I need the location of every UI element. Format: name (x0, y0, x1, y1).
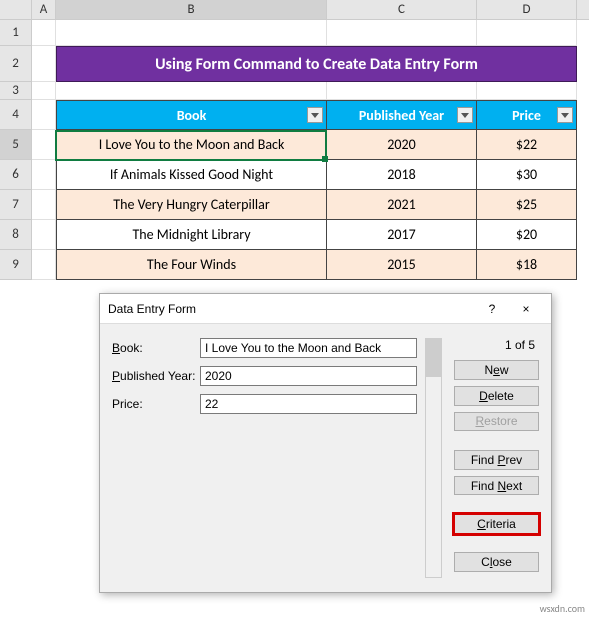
scrollbar-thumb[interactable] (426, 339, 441, 377)
dialog-form: Book: Published Year: Price: (112, 338, 417, 578)
form-row-year: Published Year: (112, 366, 417, 386)
cell-price[interactable]: $20 (477, 220, 577, 249)
data-entry-dialog: Data Entry Form ? × Book: Published Year… (99, 293, 552, 593)
dialog-close-button[interactable]: × (509, 295, 543, 323)
row-header-7[interactable]: 7 (0, 190, 32, 220)
table-row[interactable]: The Four Winds 2015 $18 (56, 250, 577, 280)
table-row[interactable]: The Very Hungry Caterpillar 2021 $25 (56, 190, 577, 220)
filter-dropdown-book[interactable] (307, 107, 323, 123)
label-price: Price: (112, 397, 200, 411)
cell-price[interactable]: $25 (477, 190, 577, 219)
label-year: Published Year: (112, 369, 200, 383)
cell-book[interactable]: If Animals Kissed Good Night (56, 160, 327, 189)
select-all-corner[interactable] (0, 0, 32, 19)
cell-year[interactable]: 2015 (327, 250, 477, 279)
cell-book[interactable]: The Midnight Library (56, 220, 327, 249)
input-price[interactable] (200, 394, 417, 414)
table-row[interactable]: If Animals Kissed Good Night 2018 $30 (56, 160, 577, 190)
input-book[interactable] (200, 338, 417, 358)
row-header-5[interactable]: 5 (0, 130, 32, 160)
find-next-button[interactable]: Find Next (454, 476, 539, 496)
table-row[interactable]: The Midnight Library 2017 $20 (56, 220, 577, 250)
filter-dropdown-year[interactable] (457, 107, 473, 123)
cells-area[interactable]: Using Form Command to Create Data Entry … (32, 20, 589, 280)
new-button[interactable]: New (454, 360, 539, 380)
col-header-d[interactable]: D (477, 0, 577, 19)
record-counter: 1 of 5 (454, 338, 539, 352)
cell-year[interactable]: 2021 (327, 190, 477, 219)
col-header-c[interactable]: C (327, 0, 477, 19)
header-book-label: Book (177, 107, 207, 124)
cell-year[interactable]: 2020 (327, 130, 477, 159)
chevron-down-icon (311, 113, 319, 118)
row-header-6[interactable]: 6 (0, 160, 32, 190)
cell-price[interactable]: $30 (477, 160, 577, 189)
watermark: wsxdn.com (540, 602, 585, 615)
row-header-1[interactable]: 1 (0, 20, 32, 46)
col-header-a[interactable]: A (32, 0, 56, 19)
chevron-down-icon (461, 113, 469, 118)
close-button[interactable]: Close (454, 552, 539, 572)
header-year-label: Published Year (359, 107, 444, 124)
find-prev-button[interactable]: Find Prev (454, 450, 539, 470)
form-row-book: Book: (112, 338, 417, 358)
dialog-buttons: 1 of 5 New Delete Restore Find Prev Find… (454, 338, 539, 578)
header-book[interactable]: Book (56, 101, 327, 129)
header-price-label: Price (512, 107, 541, 124)
header-price[interactable]: Price (477, 101, 577, 129)
criteria-button[interactable]: Criteria (454, 514, 539, 534)
row-header-9[interactable]: 9 (0, 250, 32, 280)
chevron-down-icon (561, 113, 569, 118)
cell-book[interactable]: The Very Hungry Caterpillar (56, 190, 327, 219)
column-headers: A B C D (0, 0, 589, 20)
label-book: Book: (112, 341, 200, 355)
cell-price[interactable]: $22 (477, 130, 577, 159)
dialog-scrollbar[interactable] (425, 338, 442, 578)
cell-book[interactable]: I Love You to the Moon and Back (56, 130, 327, 159)
data-table: Book Published Year Price I Love You to … (56, 100, 577, 280)
delete-button[interactable]: Delete (454, 386, 539, 406)
row-header-8[interactable]: 8 (0, 220, 32, 250)
dialog-title-text: Data Entry Form (108, 302, 475, 316)
table-row[interactable]: I Love You to the Moon and Back 2020 $22 (56, 130, 577, 160)
dialog-titlebar[interactable]: Data Entry Form ? × (100, 294, 551, 324)
cell-year[interactable]: 2017 (327, 220, 477, 249)
cell-year[interactable]: 2018 (327, 160, 477, 189)
sheet-title: Using Form Command to Create Data Entry … (56, 46, 577, 82)
dialog-body: Book: Published Year: Price: 1 of 5 New … (100, 324, 551, 592)
row-header-2[interactable]: 2 (0, 46, 32, 82)
table-header-row: Book Published Year Price (56, 100, 577, 130)
dialog-help-button[interactable]: ? (475, 295, 509, 323)
restore-button[interactable]: Restore (454, 412, 539, 432)
cell-book[interactable]: The Four Winds (56, 250, 327, 279)
row-header-3[interactable]: 3 (0, 82, 32, 100)
header-year[interactable]: Published Year (327, 101, 477, 129)
input-year[interactable] (200, 366, 417, 386)
row-header-4[interactable]: 4 (0, 100, 32, 130)
spreadsheet: A B C D 1 2 3 4 5 6 7 8 9 Using Form Com… (0, 0, 589, 280)
col-header-b[interactable]: B (56, 0, 327, 19)
cell-price[interactable]: $18 (477, 250, 577, 279)
row-headers: 1 2 3 4 5 6 7 8 9 (0, 20, 32, 280)
filter-dropdown-price[interactable] (557, 107, 573, 123)
form-row-price: Price: (112, 394, 417, 414)
